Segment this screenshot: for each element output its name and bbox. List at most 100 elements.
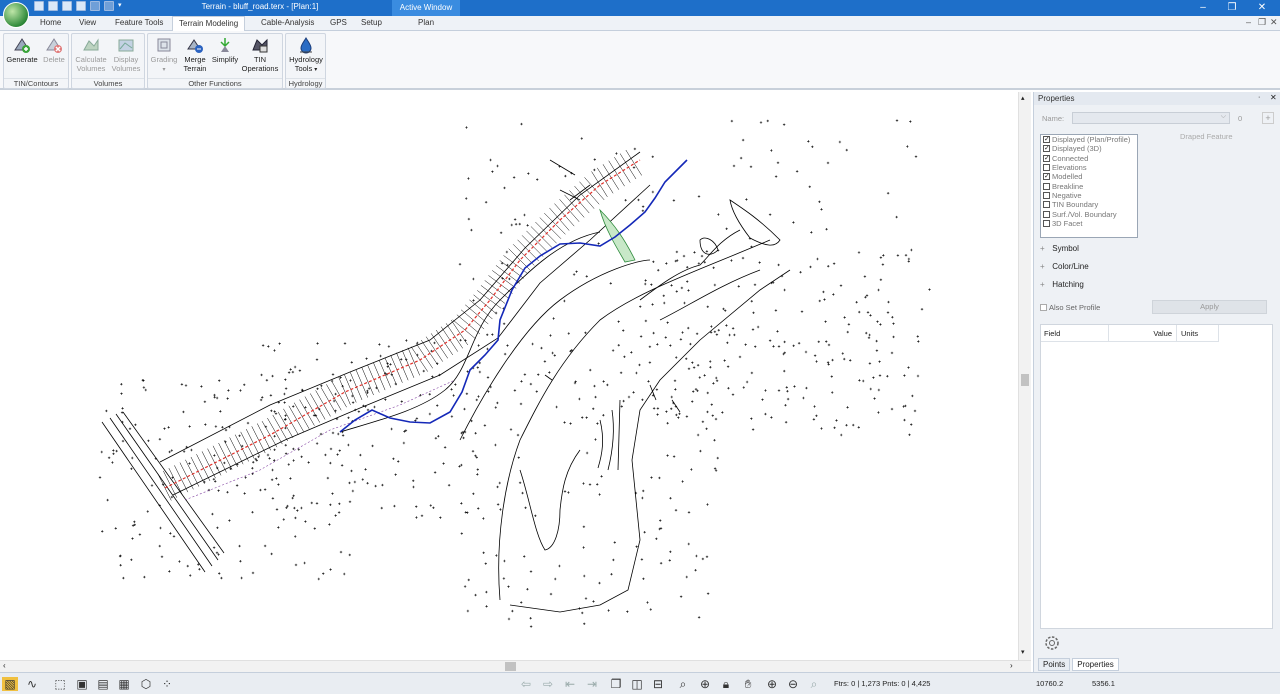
- lock-icon[interactable]: 🔒︎: [718, 677, 734, 691]
- checkbox[interactable]: [1043, 164, 1050, 172]
- polygon-icon[interactable]: ⬡: [138, 677, 154, 691]
- close-window-button[interactable]: ✕: [1252, 1, 1272, 15]
- expand-icon: +: [1040, 280, 1045, 289]
- checkbox-label: Surf./Vol. Boundary: [1052, 209, 1117, 219]
- horizontal-scroll-thumb[interactable]: [505, 662, 516, 671]
- flag-checkbox-item[interactable]: ✓ Connected: [1041, 154, 1137, 163]
- zoom-in-icon[interactable]: ⊕: [764, 677, 780, 691]
- app-logo[interactable]: [3, 2, 29, 28]
- flag-checkbox-item[interactable]: Elevations: [1041, 163, 1137, 172]
- chevron-down-icon: ⌵: [1220, 113, 1226, 120]
- checkbox-label: Breakline: [1052, 181, 1084, 191]
- tin-operations-button[interactable]: TIN Operations: [240, 36, 280, 73]
- display-volumes-icon: [118, 39, 134, 52]
- restore-window-button[interactable]: ❐: [1222, 1, 1242, 15]
- settings-gear-icon[interactable]: [1043, 634, 1061, 652]
- checkbox[interactable]: [1043, 219, 1050, 227]
- terrain-plan-drawing[interactable]: [0, 92, 1031, 660]
- checkbox[interactable]: [1043, 210, 1050, 218]
- tab-setup[interactable]: Setup: [361, 18, 382, 27]
- vertical-scrollbar[interactable]: ▴ ▾: [1018, 92, 1031, 660]
- scroll-down-icon[interactable]: ▾: [1021, 648, 1025, 656]
- flag-checkbox-item[interactable]: TIN Boundary: [1041, 200, 1137, 209]
- horizontal-scrollbar[interactable]: ‹ ›: [0, 660, 1031, 672]
- active-window-label: Active Window: [392, 0, 460, 16]
- vertical-scroll-thumb[interactable]: [1021, 374, 1029, 386]
- flag-checkbox-item[interactable]: 3D Facet: [1041, 219, 1137, 228]
- ribbon-tabs: Home View Feature Tools Terrain Modeling…: [0, 16, 1280, 31]
- tab-points[interactable]: Points: [1038, 658, 1071, 671]
- checkbox[interactable]: ✓: [1043, 154, 1050, 162]
- scroll-right-icon[interactable]: ›: [1010, 661, 1013, 670]
- next-view-icon[interactable]: ⇥: [584, 677, 600, 691]
- checkbox[interactable]: ✓: [1043, 145, 1050, 153]
- simplify-icon: [220, 38, 230, 52]
- split-horizontal-icon[interactable]: ⊟: [650, 677, 666, 691]
- split-vertical-icon[interactable]: ◫: [629, 677, 645, 691]
- merge-terrain-button[interactable]: Merge Terrain: [180, 36, 210, 73]
- mdi-close-button[interactable]: ✕: [1270, 17, 1278, 28]
- hatching-section[interactable]: + Hatching: [1040, 280, 1084, 289]
- name-dropdown[interactable]: ⌵: [1072, 112, 1230, 124]
- apply-button[interactable]: Apply: [1152, 300, 1267, 314]
- name-label: Name:: [1042, 114, 1065, 123]
- checkbox[interactable]: ✓: [1043, 173, 1050, 181]
- line-style-icon[interactable]: ∿: [24, 677, 40, 691]
- color-line-section[interactable]: + Color/Line: [1040, 262, 1089, 271]
- checkbox[interactable]: [1043, 191, 1050, 199]
- checkbox[interactable]: [1040, 304, 1047, 311]
- close-panel-icon[interactable]: ✕: [1270, 93, 1277, 102]
- pan-hand-icon[interactable]: ✋︎: [740, 677, 756, 691]
- table-icon[interactable]: ▦: [116, 677, 132, 691]
- simplify-button[interactable]: Simplify: [210, 36, 240, 65]
- flag-checkbox-item[interactable]: Negative: [1041, 191, 1137, 200]
- checkbox-label: Modelled: [1052, 172, 1083, 182]
- checkbox[interactable]: [1043, 201, 1050, 209]
- plan-view-canvas[interactable]: [0, 92, 1031, 660]
- zoom-out-icon[interactable]: ⊖: [785, 677, 801, 691]
- window-stack-icon[interactable]: ❐: [608, 677, 624, 691]
- points-icon[interactable]: ⁘: [159, 677, 175, 691]
- hatch-tool-icon[interactable]: ▧: [2, 677, 18, 691]
- flag-checkbox-item[interactable]: ✓ Displayed (3D): [1041, 144, 1137, 153]
- tab-gps[interactable]: GPS: [330, 18, 347, 27]
- flag-checkbox-item[interactable]: ✓ Displayed (Plan/Profile): [1041, 135, 1137, 144]
- tab-terrain-modeling[interactable]: Terrain Modeling: [172, 16, 246, 31]
- checkbox-label: TIN Boundary: [1052, 200, 1099, 210]
- grading-button[interactable]: Grading ▾: [149, 36, 179, 74]
- flag-checkbox-item[interactable]: Breakline: [1041, 181, 1137, 191]
- tab-properties[interactable]: Properties: [1072, 658, 1119, 671]
- cube-view-icon[interactable]: ⬚: [52, 677, 68, 691]
- zoom-window-icon[interactable]: ⊕: [697, 677, 713, 691]
- minimize-window-button[interactable]: –: [1193, 1, 1213, 15]
- delete-button[interactable]: Delete: [40, 36, 68, 65]
- image-icon[interactable]: ▣: [74, 677, 90, 691]
- tab-cable-analysis[interactable]: Cable-Analysis: [261, 18, 314, 27]
- tab-plan[interactable]: Plan: [418, 18, 434, 27]
- zoom-icon[interactable]: ⌕: [675, 677, 691, 691]
- generate-button[interactable]: Generate: [6, 36, 38, 65]
- zoom-extents-icon[interactable]: ⌕: [806, 677, 822, 691]
- pin-panel-icon[interactable]: ᐧ: [1258, 93, 1260, 102]
- mdi-minimize-button[interactable]: –: [1246, 17, 1251, 27]
- tab-home[interactable]: Home: [40, 18, 61, 27]
- calculate-volumes-button[interactable]: Calculate Volumes: [74, 36, 108, 73]
- also-set-profile-checkbox[interactable]: Also Set Profile: [1040, 303, 1100, 312]
- mdi-restore-button[interactable]: ❐: [1258, 17, 1266, 28]
- display-volumes-button[interactable]: Display Volumes: [109, 36, 143, 73]
- checkbox[interactable]: [1043, 182, 1050, 190]
- previous-view-icon[interactable]: ⇤: [562, 677, 578, 691]
- tab-view[interactable]: View: [79, 18, 96, 27]
- pan-right-icon[interactable]: ⇨: [540, 677, 556, 691]
- symbol-section[interactable]: + Symbol: [1040, 244, 1079, 253]
- tab-feature-tools[interactable]: Feature Tools: [115, 18, 163, 27]
- layers-icon[interactable]: ▤: [95, 677, 111, 691]
- flag-checkbox-item[interactable]: Surf./Vol. Boundary: [1041, 209, 1137, 219]
- checkbox[interactable]: ✓: [1043, 136, 1050, 144]
- add-button[interactable]: +: [1262, 112, 1274, 124]
- hydrology-tools-button[interactable]: Hydrology Tools ▾: [287, 36, 325, 74]
- pan-left-icon[interactable]: ⇦: [518, 677, 534, 691]
- flag-checkbox-item[interactable]: ✓ Modelled: [1041, 172, 1137, 181]
- scroll-up-icon[interactable]: ▴: [1021, 94, 1025, 102]
- scroll-left-icon[interactable]: ‹: [3, 661, 6, 670]
